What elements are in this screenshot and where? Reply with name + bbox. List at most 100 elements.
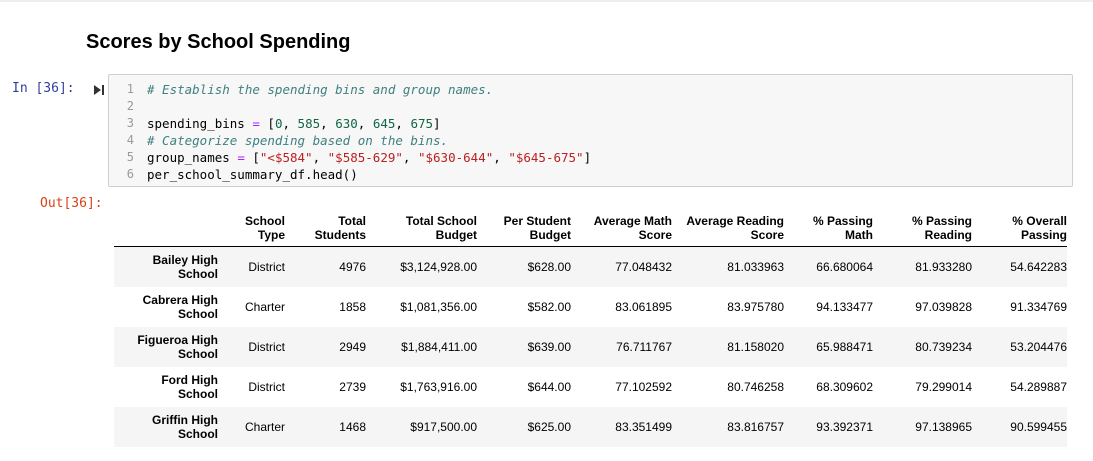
code-token: spending_bins [147,116,253,131]
table-cell: 2739 [339,379,366,394]
code-token: , [312,150,328,165]
table-cell: $1,081,356.00 [400,299,477,314]
code-token: "$585-629" [327,150,403,165]
code-line: # Categorize spending based on the bins. [147,132,591,149]
table-cell: $628.00 [527,259,571,274]
table-cell: 97.039828 [915,299,972,314]
table-cell: $1,763,916.00 [400,379,477,394]
code-token: ] [583,150,592,165]
code-editor[interactable]: # Establish the spending bins and group … [147,81,591,183]
code-token: "$630-644" [417,150,494,165]
line-number: 5 [126,150,134,164]
table-row: Figueroa High School District 2949 $1,884,41… [114,326,1067,367]
code-token: , [320,116,336,131]
table-row: Cabrera High School Charter 1858 $1,081,356.… [114,287,1067,327]
table-cell: 76.711767 [616,339,672,354]
line-number: 2 [126,99,134,113]
column-header: % Passing Reading [911,214,972,242]
table-cell: 80.746258 [727,379,784,394]
table-row: Bailey High School District 4976 $3,124,928.… [114,246,1067,287]
code-token: , [493,150,509,165]
output-prompt: Out[36]: [40,196,103,211]
code-token: , [282,116,298,131]
table-cell: 91.334769 [1010,299,1067,314]
table-cell: 68.309602 [816,379,873,394]
table-cell: $644.00 [527,379,571,394]
code-token: , [395,116,411,131]
table-cell: District [248,259,285,274]
code-token: per_school_summary_df.head() [147,167,358,182]
code-token: # Establish the spending bins and group … [147,82,494,97]
table-cell: 83.816757 [727,419,784,434]
code-line: spending_bins = [0, 585, 630, 645, 675] [147,115,591,132]
table-cell: 77.048432 [615,259,672,274]
column-header: Total School Budget [405,214,477,242]
column-header: % Passing Math [812,214,873,242]
code-token: # Categorize spending based on the bins. [147,133,449,148]
table-cell: District [248,379,285,394]
row-index-school-name: Figueroa High School [137,332,218,361]
run-cell-icon[interactable] [93,84,105,96]
table-cell: 1858 [339,299,366,314]
input-prompt: In [36]: [12,81,75,96]
code-token: , [402,150,418,165]
table-cell: 54.642283 [1010,259,1067,274]
code-token: 585 [297,116,321,131]
row-index-school-name: Ford High School [161,372,218,401]
table-cell: 53.204476 [1010,339,1067,354]
row-index-school-name: Bailey High School [152,252,218,281]
table-cell: 97.138965 [915,419,972,434]
table-cell: 65.988471 [816,339,873,354]
column-header: Average Math Score [593,214,672,242]
code-token: ] [433,116,441,131]
table-cell: 77.102592 [615,379,672,394]
code-token: [ [244,150,260,165]
table-cell: 80.739234 [915,339,972,354]
table-cell: $917,500.00 [410,419,477,434]
table-cell: 2949 [339,339,366,354]
top-border [0,0,1093,2]
table-cell: 93.392371 [816,419,873,434]
line-number: 3 [126,116,134,130]
section-heading: Scores by School Spending [86,31,351,53]
line-number: 6 [126,167,134,181]
line-number-gutter: 1 2 3 4 5 6 [109,81,138,183]
table-cell: $1,884,411.00 [401,339,477,354]
code-token: 675 [410,116,434,131]
table-cell: 66.680064 [816,259,873,274]
row-index-school-name: Cabrera High School [142,292,218,321]
column-header: Per Student Budget [503,214,571,242]
code-line: group_names = ["<$584", "$585-629", "$63… [147,149,591,166]
table-cell: 83.351499 [615,419,672,434]
line-number: 1 [126,82,134,96]
table-cell: 1468 [339,419,366,434]
column-header: Total Students [314,214,366,242]
line-number: 4 [126,133,134,147]
column-header: Average Reading Score [686,214,784,242]
table-cell: Charter [244,299,285,314]
code-token: 630 [335,116,358,131]
code-line: per_school_summary_df.head() [147,166,591,183]
code-token: 645 [372,116,396,131]
code-line: # Establish the spending bins and group … [147,81,591,98]
table-cell: 83.975780 [727,299,784,314]
code-cell[interactable]: 1 2 3 4 5 6 # Establish the spending bins and… [108,74,1073,187]
table-cell: $582.00 [527,299,571,314]
table-cell: 54.289887 [1010,379,1067,394]
table-cell: $639.00 [527,339,571,354]
table-cell: 4976 [339,259,366,274]
code-token: [ [259,116,275,131]
table-cell: 81.158020 [727,339,784,354]
table-header-row: School Type Total Students Total School Budge… [114,210,1067,247]
code-token: "$645-675" [508,150,584,165]
table-cell: 90.599455 [1010,419,1067,434]
index-header [114,210,218,247]
column-header: % Overall Passing [1012,214,1067,242]
table-cell: District [248,339,285,354]
table-cell: 83.061895 [615,299,672,314]
table-cell: $3,124,928.00 [400,259,477,274]
table-cell: Charter [244,419,285,434]
table-cell: 79.299014 [915,379,972,394]
table-cell: 81.933280 [915,259,972,274]
